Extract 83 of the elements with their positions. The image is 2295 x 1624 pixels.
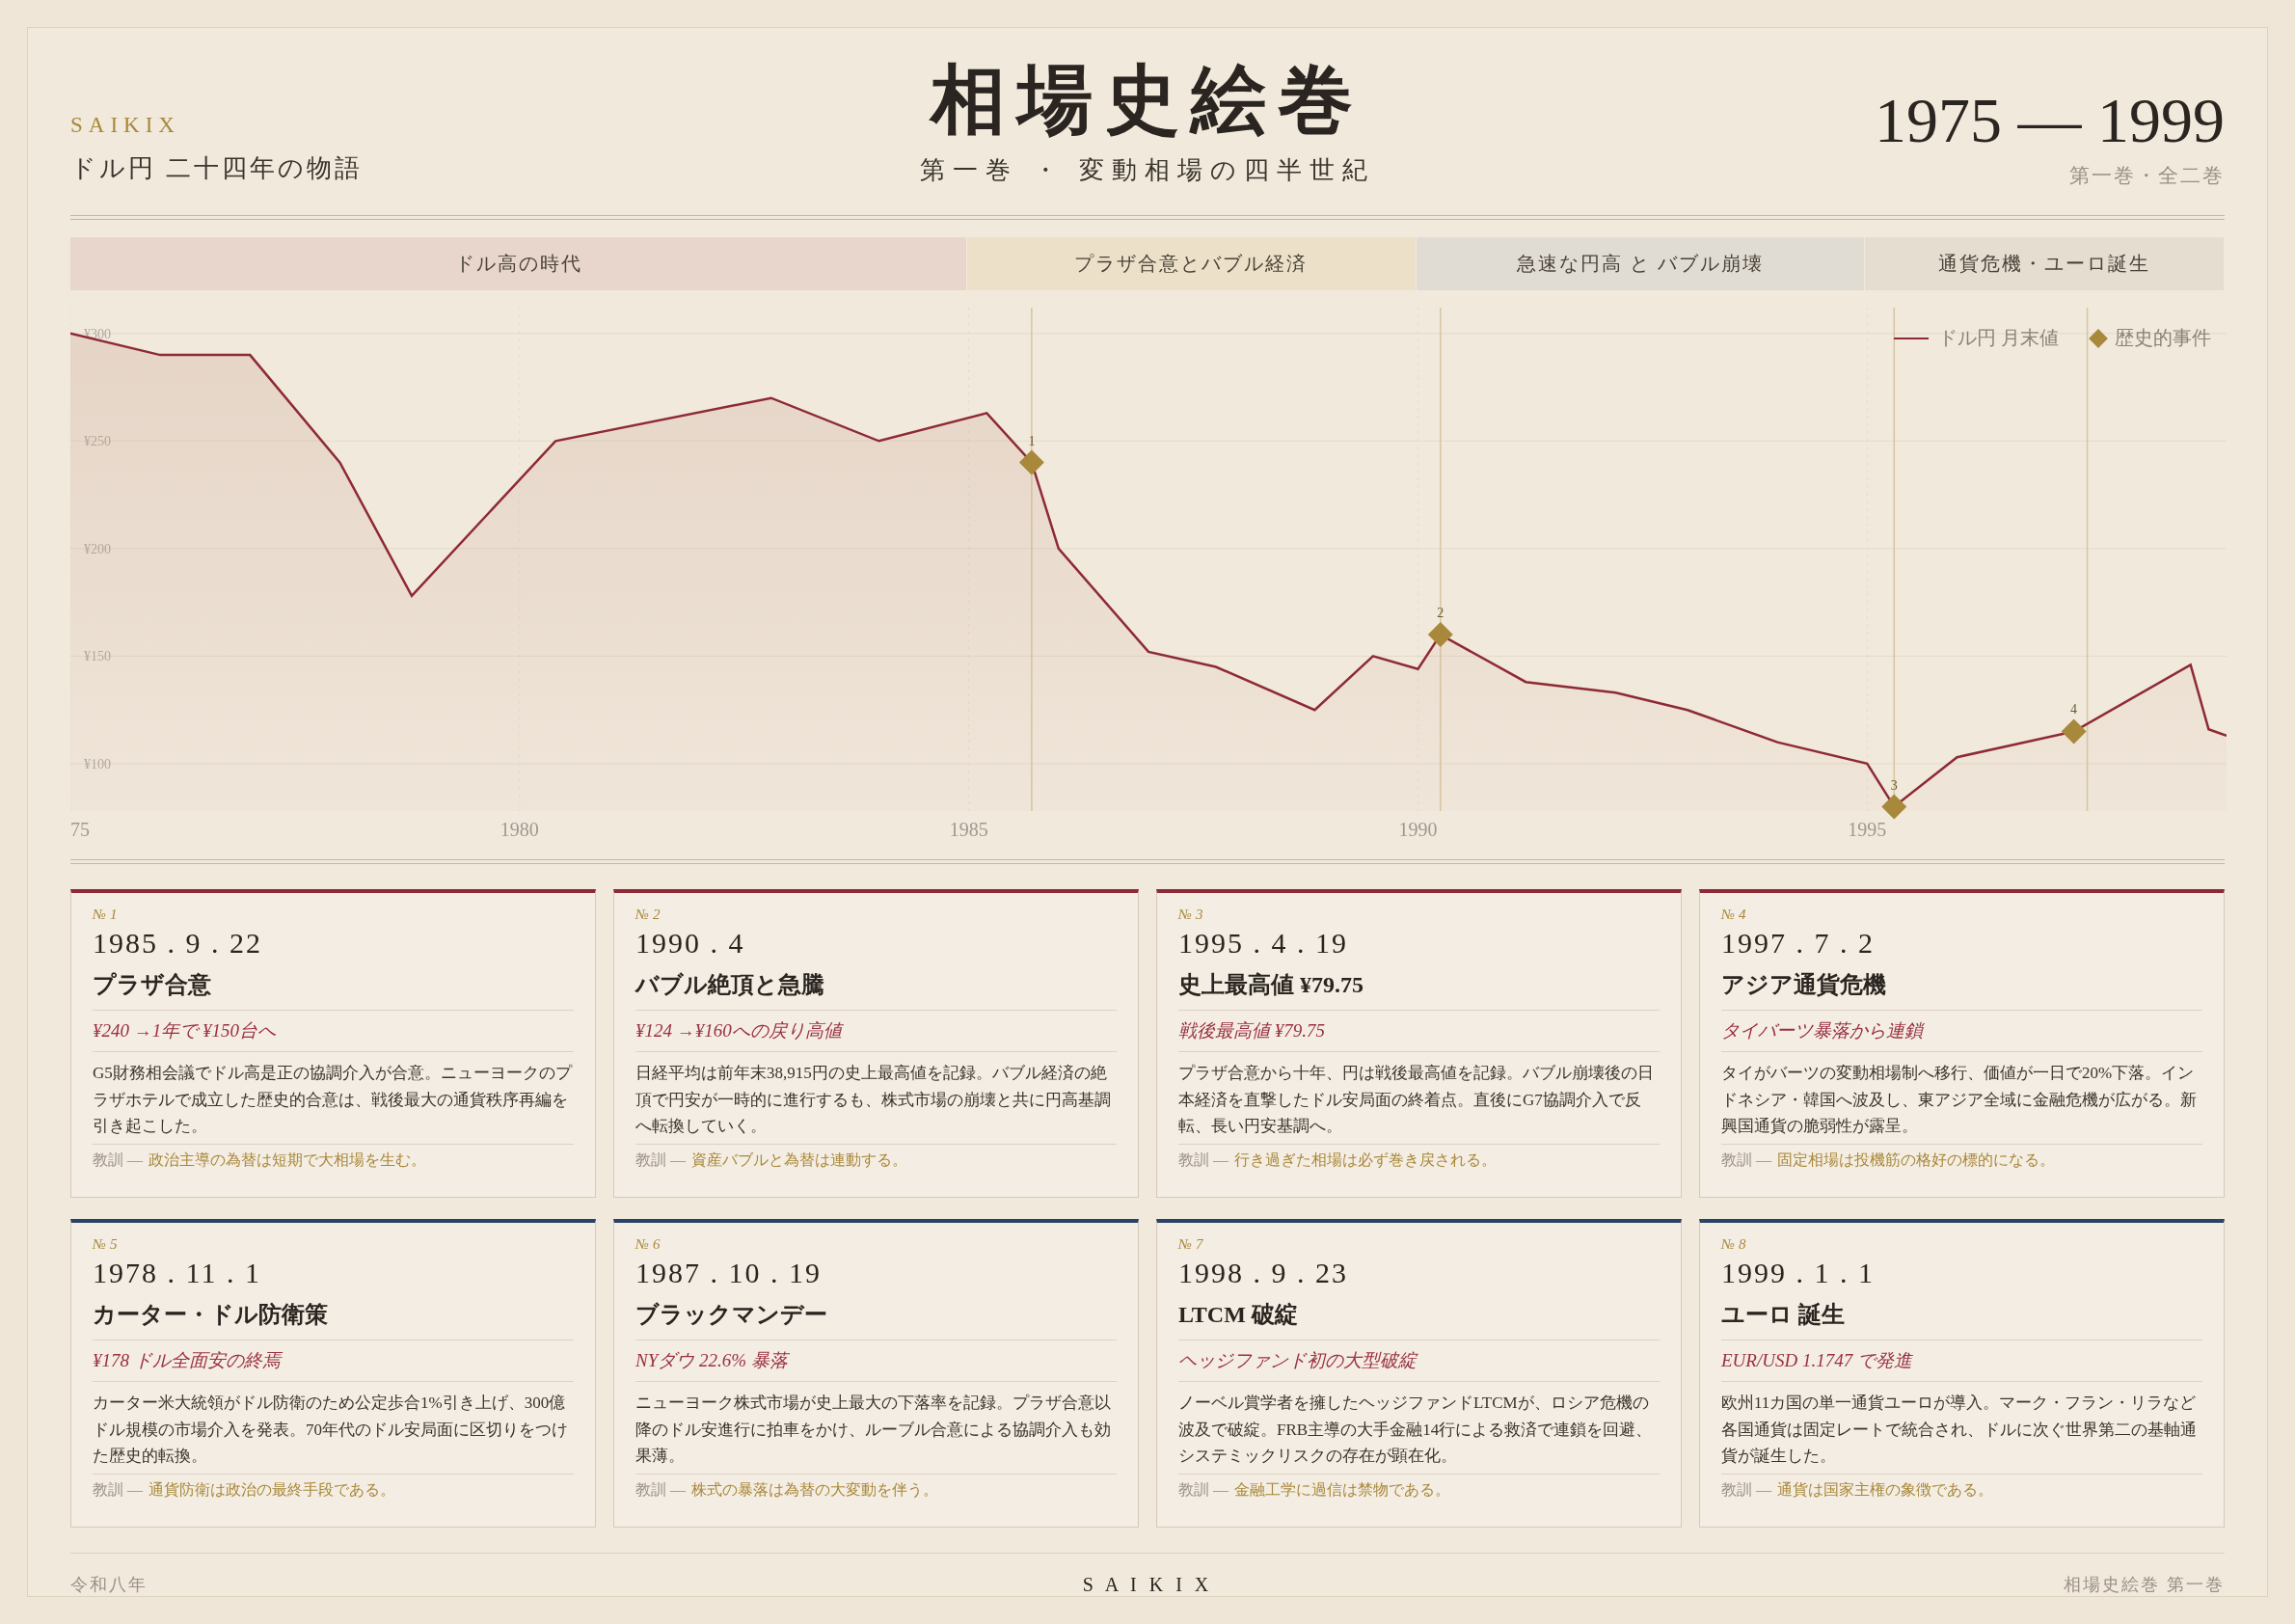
volume-label: 第一巻・全二巻: [2068, 162, 2225, 189]
event-subtitle: ¥124 →¥160への戻り高値: [635, 1011, 1117, 1052]
card-number: № 5: [93, 1236, 119, 1253]
event-date: 1978 . 11 . 1: [93, 1257, 262, 1289]
legend-label: 歴史的事件: [2115, 326, 2211, 350]
event-description: ノーベル賞学者を擁したヘッジファンドLTCMが、ロシア危機の波及で破綻。FRB主導の大手金融14行による救済で連鎖を回避、システミックリスクの存在が顕在化。: [1178, 1382, 1660, 1475]
event-date: 1995 . 4 . 19: [1178, 927, 1349, 960]
card-number: № 3: [1178, 907, 1204, 923]
era-band: 通貨危機・ユーロ誕生: [1865, 237, 2225, 290]
event-description: ニューヨーク株式市場が史上最大の下落率を記録。プラザ合意以降のドル安進行に拍車をかけ、ルーブル合意による協調介入も効果薄。: [635, 1382, 1117, 1475]
event-date: 1998 . 9 . 23: [1178, 1257, 1349, 1289]
x-axis-label: 1995: [1848, 819, 1887, 840]
event-title: 史上最高値 ¥79.75: [1178, 969, 1660, 1011]
event-title: バブル絶頂と急騰: [635, 969, 1117, 1011]
event-description: 欧州11カ国の単一通貨ユーロが導入。マーク・フラン・リラなど各国通貨は固定レートで統合され、ドルに次ぐ世界第二の基軸通貨が誕生した。: [1721, 1382, 2202, 1475]
event-subtitle: ¥178 ドル全面安の終焉: [93, 1340, 574, 1382]
event-subtitle: ¥240 →1年で ¥150台へ: [93, 1011, 574, 1052]
era-band: 急速な円高 と バブル崩壊: [1416, 237, 1866, 290]
lesson-label: 教訓 —: [635, 1479, 686, 1500]
footer-brand: S A I K I X: [1082, 1573, 1213, 1596]
card-number: № 8: [1721, 1236, 1747, 1253]
lesson-text: 固定相場は投機筋の格好の標的になる。: [1777, 1150, 2055, 1170]
page-title: 相場史絵巻: [928, 59, 1365, 142]
lesson-text: 金融工学に過信は禁物である。: [1234, 1479, 1450, 1500]
x-axis-label: 75: [70, 819, 90, 840]
event-subtitle: 戦後最高値 ¥79.75: [1178, 1011, 1660, 1052]
lesson-label: 教訓 —: [1178, 1150, 1228, 1170]
event-title: ユーロ 誕生: [1721, 1299, 2202, 1340]
event-subtitle: EUR/USD 1.1747 で発進: [1721, 1340, 2202, 1382]
page-subtitle: 第一巻 ・ 変動相場の四半世紀: [920, 154, 1375, 186]
event-title: プラザ合意: [93, 969, 574, 1011]
event-description: G5財務相会議でドル高是正の協調介入が合意。ニューヨークのプラザホテルで成立した歴史的合意は、戦後最大の通貨秩序再編を引き起こした。: [93, 1052, 574, 1145]
card-number: № 1: [93, 907, 119, 923]
event-date: 1990 . 4: [635, 927, 746, 960]
lesson-text: 通貨防衛は政治の最終手段である。: [148, 1479, 395, 1500]
lesson-label: 教訓 —: [1721, 1479, 1771, 1500]
year-range: 1975 — 1999: [1874, 86, 2225, 156]
lesson-label: 教訓 —: [1178, 1479, 1228, 1500]
event-title: カーター・ドル防衛策: [93, 1299, 574, 1340]
y-axis-label: ¥300: [84, 326, 111, 341]
event-date: 1987 . 10 . 19: [635, 1257, 823, 1289]
lesson-label: 教訓 —: [635, 1150, 686, 1170]
lesson-text: 行き過ぎた相場は必ず巻き戻される。: [1234, 1150, 1497, 1170]
event-subtitle: NYダウ 22.6% 暴落: [635, 1340, 1117, 1382]
event-number: 2: [1437, 606, 1444, 621]
x-axis-label: 1980: [500, 819, 539, 840]
event-number: 3: [1890, 777, 1898, 793]
event-title: ブラックマンデー: [635, 1299, 1117, 1340]
lesson-text: 資産バブルと為替は連動する。: [691, 1150, 907, 1170]
card-number: № 6: [635, 1236, 662, 1253]
event-description: プラザ合意から十年、円は戦後最高値を記録。バブル崩壊後の日本経済を直撃したドル安局面の終着点。直後にG7協調介入で反転、長い円安基調へ。: [1178, 1052, 1660, 1145]
event-subtitle: ヘッジファンド初の大型破綻: [1178, 1340, 1660, 1382]
brand-name: SAIKIX: [70, 113, 181, 138]
era-band: ドル高の時代: [70, 237, 968, 290]
card-number: № 7: [1178, 1236, 1204, 1253]
event-date: 1997 . 7 . 2: [1721, 927, 1876, 960]
card-number: № 2: [635, 907, 662, 923]
event-description: カーター米大統領がドル防衛のため公定歩合1%引き上げ、300億ドル規模の市場介入を発表。70年代のドル安局面に区切りをつけた歴史的転換。: [93, 1382, 574, 1475]
tagline: ドル円 二十四年の物語: [70, 153, 364, 184]
event-subtitle: タイバーツ暴落から連鎖: [1721, 1011, 2202, 1052]
y-axis-label: ¥150: [84, 649, 111, 664]
lesson-text: 通貨は国家主権の象徴である。: [1777, 1479, 1993, 1500]
event-description: 日経平均は前年末38,915円の史上最高値を記録。バブル経済の絶頂で円安が一時的に進行するも、株式市場の崩壊と共に円高基調へ転換していく。: [635, 1052, 1117, 1145]
lesson-label: 教訓 —: [1721, 1150, 1771, 1170]
lesson-text: 政治主導の為替は短期で大相場を生む。: [148, 1150, 426, 1170]
event-date: 1985 . 9 . 22: [93, 927, 263, 960]
lesson-label: 教訓 —: [93, 1479, 143, 1500]
event-number: 1: [1028, 433, 1036, 448]
event-date: 1999 . 1 . 1: [1721, 1257, 1876, 1289]
event-title: LTCM 破綻: [1178, 1299, 1660, 1340]
event-description: タイがバーツの変動相場制へ移行、価値が一日で20%下落。インドネシア・韓国へ波及し、東アジア全域に金融危機が広がる。新興国通貨の脆弱性が露呈。: [1721, 1052, 2202, 1145]
footer-volume: 相場史絵巻 第一巻: [2063, 1574, 2225, 1596]
footer-date: 令和八年: [70, 1574, 148, 1596]
x-axis-label: 1990: [1398, 819, 1438, 840]
lesson-label: 教訓 —: [93, 1150, 143, 1170]
event-number: 4: [2070, 702, 2078, 717]
legend-label: ドル円 月末値: [1938, 326, 2059, 350]
event-title: アジア通貨危機: [1721, 969, 2202, 1011]
x-axis-label: 1985: [949, 819, 988, 840]
y-axis-label: ¥100: [84, 756, 111, 771]
lesson-text: 株式の暴落は為替の大変動を伴う。: [691, 1479, 938, 1500]
card-number: № 4: [1721, 907, 1747, 923]
era-band: プラザ合意とバブル経済: [967, 237, 1417, 290]
